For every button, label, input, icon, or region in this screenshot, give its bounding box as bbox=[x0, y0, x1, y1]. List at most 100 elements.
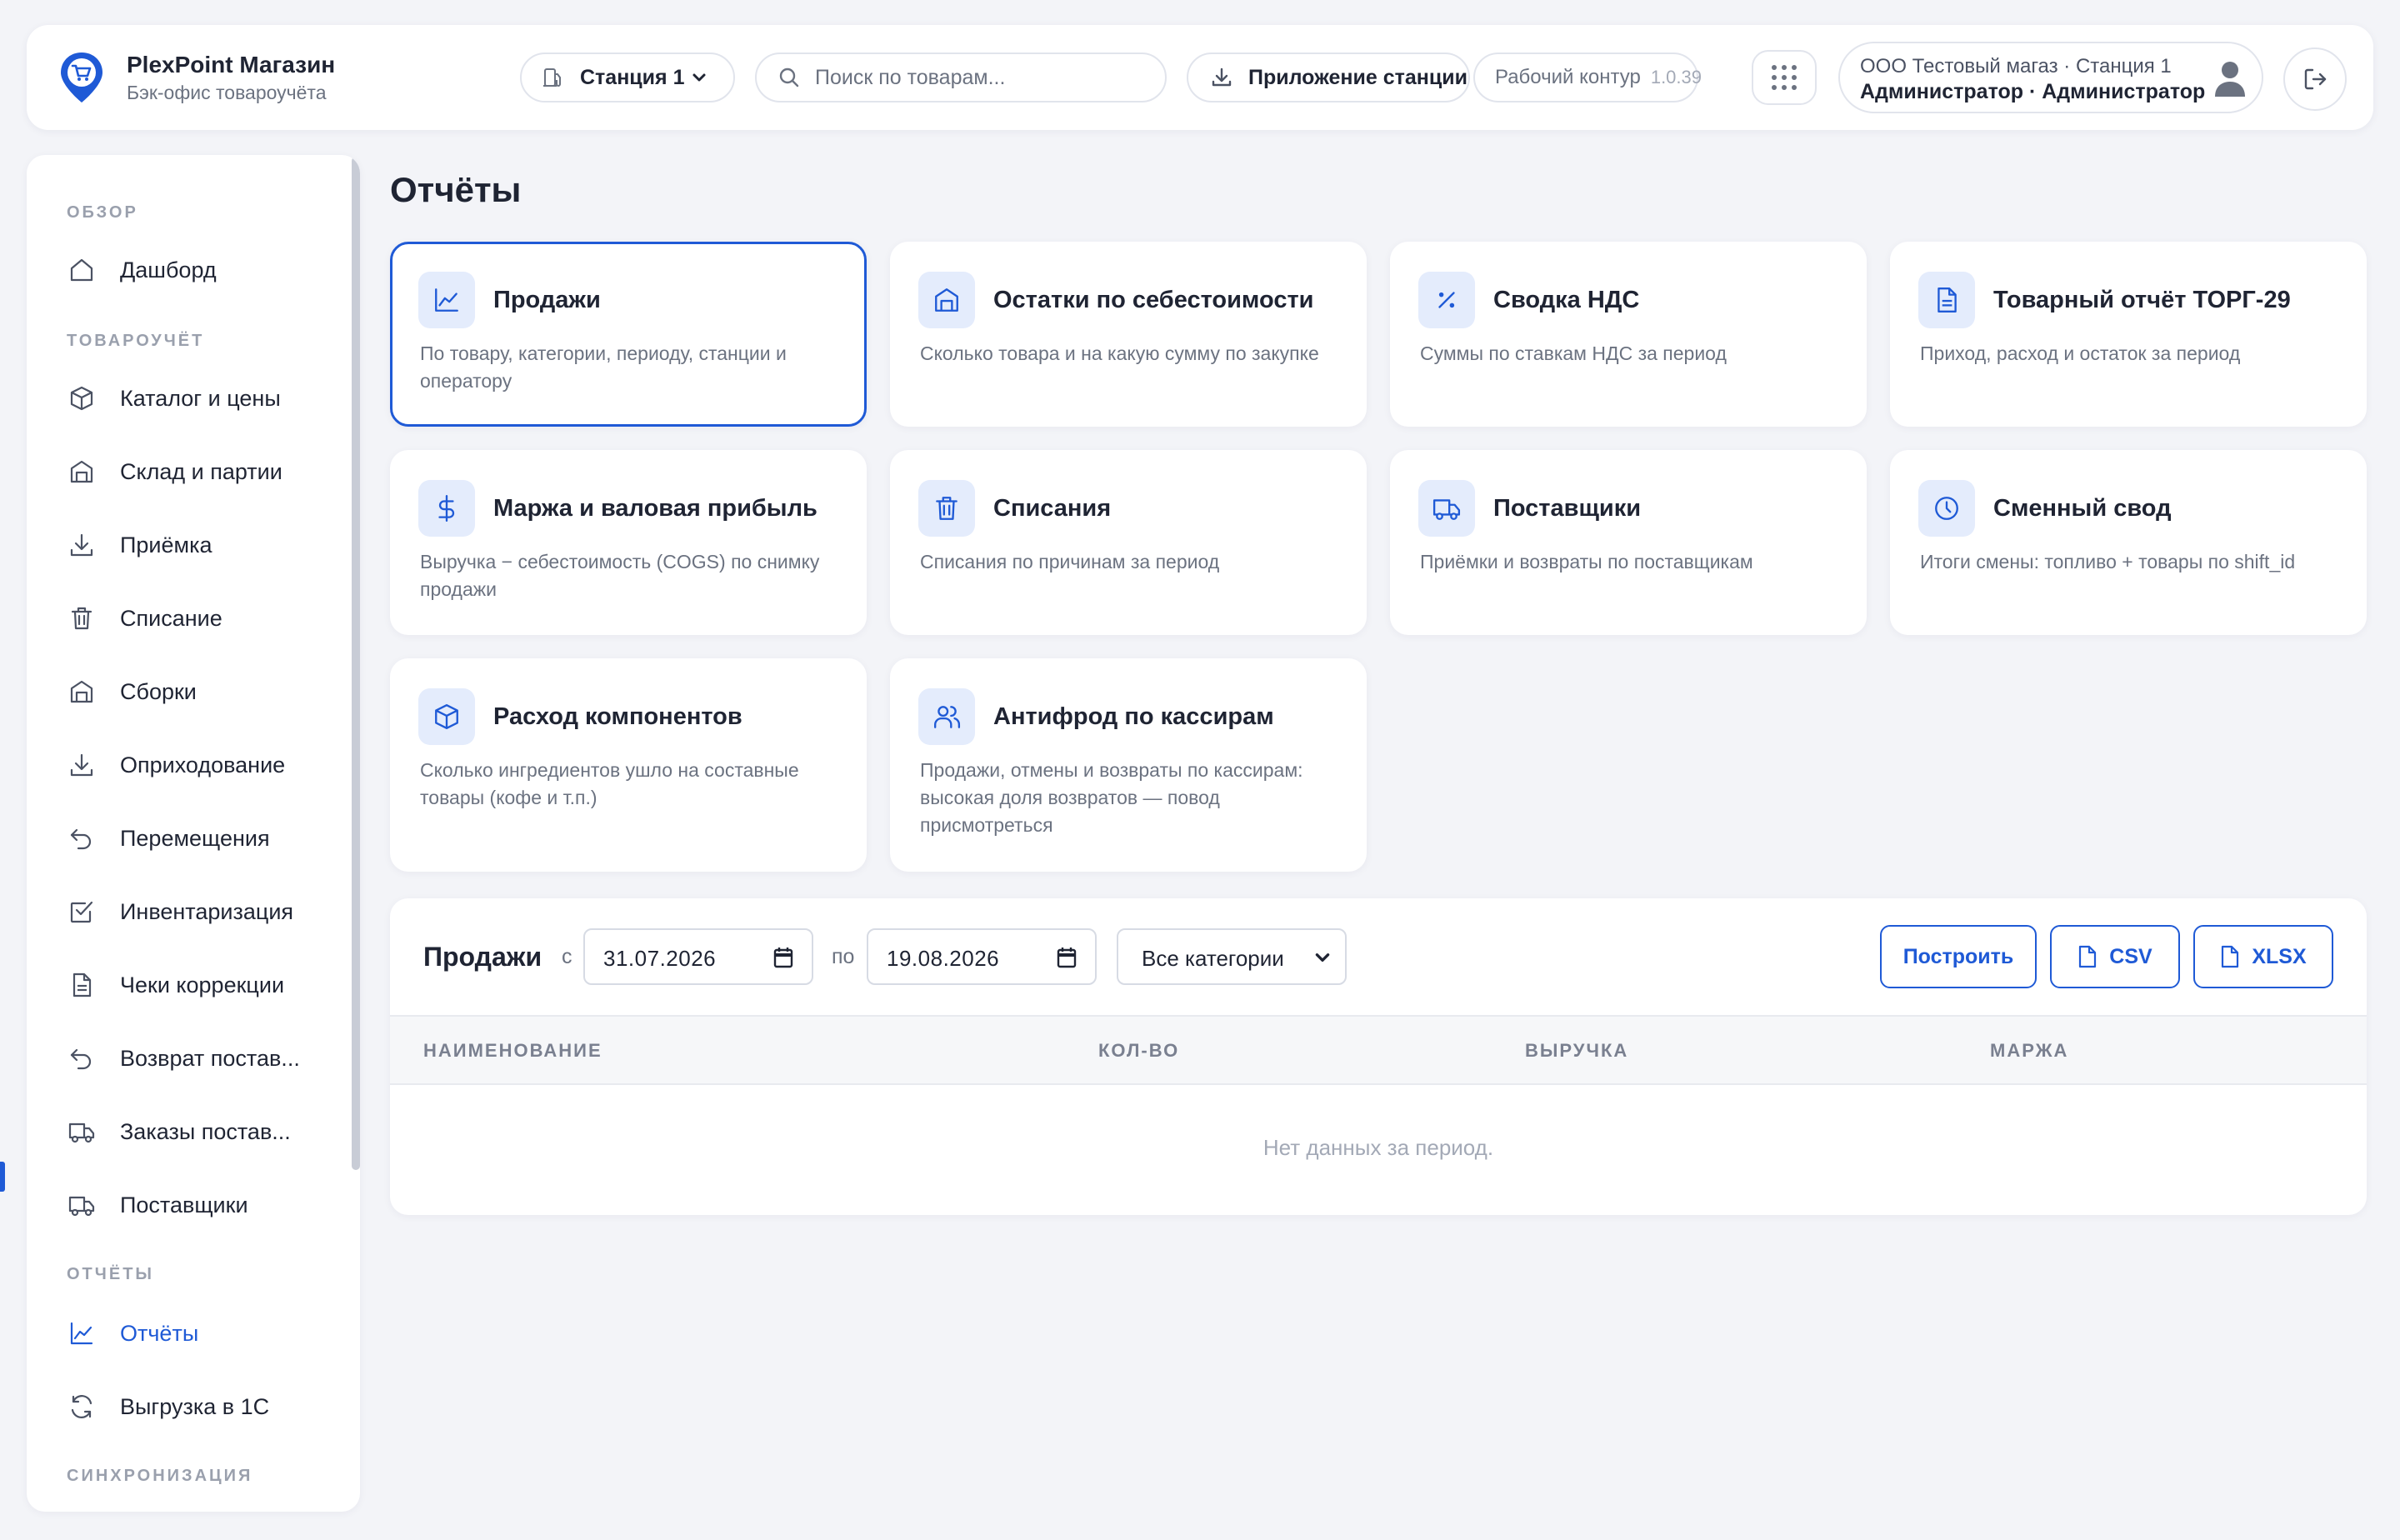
card-title: Товарный отчёт ТОРГ-29 bbox=[1993, 287, 2291, 313]
sidebar-item-export-1c[interactable]: Выгрузка в 1С bbox=[27, 1380, 352, 1433]
clock-icon bbox=[1918, 480, 1975, 537]
calendar-icon[interactable] bbox=[1057, 947, 1077, 968]
box-icon bbox=[418, 688, 475, 745]
export-csv-button[interactable]: CSV bbox=[2050, 925, 2180, 988]
sync-icon bbox=[68, 1393, 95, 1420]
sidebar-item-label: Дашборд bbox=[120, 258, 217, 282]
report-card-sales[interactable]: Продажи По товару, категории, периоду, с… bbox=[390, 242, 867, 427]
sidebar-item-label: Каталог и цены bbox=[120, 386, 281, 411]
sidebar-item-supplier-orders[interactable]: Заказы постав... bbox=[27, 1105, 352, 1158]
sidebar-item-label: Отчёты bbox=[120, 1321, 199, 1346]
sidebar-item-correction-receipts[interactable]: Чеки коррекции bbox=[27, 958, 352, 1012]
sidebar-item-suppliers[interactable]: Поставщики bbox=[27, 1178, 352, 1232]
build-button-label: Построить bbox=[1902, 944, 2014, 968]
box-icon bbox=[68, 385, 95, 412]
card-description: Приход, расход и остаток за период bbox=[1920, 342, 2241, 364]
file-icon bbox=[2078, 945, 2109, 968]
date-from-value: 31.07.2026 bbox=[603, 946, 717, 971]
report-card-suppliers[interactable]: Поставщики Приёмки и возвраты по поставщ… bbox=[1390, 450, 1867, 635]
brand-subtitle: Бэк-офис товароучёта bbox=[127, 82, 327, 103]
sidebar-item-inventory-count[interactable]: Инвентаризация bbox=[27, 885, 352, 938]
return-arrow-icon bbox=[68, 1045, 95, 1072]
cart-logo-icon bbox=[58, 50, 105, 105]
sidebar-item-label: Сборки bbox=[120, 679, 197, 704]
environment-label: Рабочий контур bbox=[1495, 66, 1641, 88]
sidebar-scrollbar[interactable] bbox=[352, 157, 360, 1170]
environment-badge: Рабочий контур 1.0.39 bbox=[1473, 52, 1702, 102]
date-from-input[interactable]: 31.07.2026 bbox=[583, 928, 813, 985]
sidebar-item-warehouse[interactable]: Склад и партии bbox=[27, 445, 352, 498]
apps-grid-button[interactable] bbox=[1752, 50, 1817, 105]
station-app-label: Приложение станции bbox=[1248, 65, 1468, 89]
card-description: Списания по причинам за период bbox=[920, 551, 1220, 572]
sidebar-item-label: Списание bbox=[120, 606, 222, 631]
station-app-button[interactable]: Приложение станции bbox=[1187, 52, 1470, 102]
sidebar-item-receiving[interactable]: Приёмка bbox=[27, 518, 352, 572]
report-panel: Продажи с 31.07.2026 по 19.08.2026 Все к… bbox=[390, 898, 2367, 1215]
user-organization: ООО Тестовый магаз · Станция 1 bbox=[1860, 55, 2172, 78]
brand-title: PlexPoint Магазин bbox=[127, 52, 336, 78]
logout-button[interactable] bbox=[2283, 48, 2347, 111]
sidebar-item-label: Выгрузка в 1С bbox=[120, 1394, 270, 1419]
chevron-down-icon bbox=[691, 69, 708, 86]
sidebar-item-transfers[interactable]: Перемещения bbox=[27, 812, 352, 865]
page-title: Отчёты bbox=[390, 170, 522, 209]
card-description: Сколько товара и на какую сумму по закуп… bbox=[920, 342, 1319, 364]
sidebar-item-writeoff[interactable]: Списание bbox=[27, 592, 352, 645]
card-description: Продажи, отмены и возвраты по кассирам: … bbox=[920, 759, 1303, 836]
category-select-value: Все категории bbox=[1142, 946, 1284, 971]
truck-icon bbox=[68, 1192, 95, 1218]
column-header-margin[interactable]: МАРЖА bbox=[1990, 1040, 2068, 1062]
date-from-label: с bbox=[562, 945, 572, 968]
csv-label: CSV bbox=[2109, 944, 2152, 968]
report-card-components[interactable]: Расход компонентов Сколько ингредиентов … bbox=[390, 658, 867, 872]
return-arrow-icon bbox=[68, 825, 95, 852]
empty-state-message: Нет данных за период. bbox=[1262, 1135, 1494, 1160]
card-description: Сколько ингредиентов ушло на составные т… bbox=[420, 759, 799, 808]
home-icon bbox=[68, 257, 95, 283]
user-menu[interactable]: ООО Тестовый магаз · Станция 1 Администр… bbox=[1838, 42, 2263, 113]
sidebar-item-label: Приёмка bbox=[120, 532, 212, 558]
report-card-shift-summary[interactable]: Сменный свод Итоги смены: топливо + това… bbox=[1890, 450, 2367, 635]
sidebar-item-label: Чеки коррекции bbox=[120, 972, 285, 998]
card-title: Поставщики bbox=[1493, 495, 1642, 522]
date-to-input[interactable]: 19.08.2026 bbox=[867, 928, 1097, 985]
column-header-name[interactable]: НАИМЕНОВАНИЕ bbox=[423, 1040, 602, 1062]
sidebar-item-label: Перемещения bbox=[120, 826, 270, 851]
report-card-writeoffs[interactable]: Списания Списания по причинам за период bbox=[890, 450, 1367, 635]
sidebar-item-catalog[interactable]: Каталог и цены bbox=[27, 372, 352, 425]
chevron-down-icon bbox=[1313, 948, 1332, 967]
sidebar-item-supplier-returns[interactable]: Возврат постав... bbox=[27, 1032, 352, 1085]
document-icon bbox=[1918, 272, 1975, 328]
sidebar-item-posting[interactable]: Оприходование bbox=[27, 738, 352, 792]
column-header-revenue[interactable]: ВЫРУЧКА bbox=[1525, 1040, 1628, 1062]
version-label: 1.0.39 bbox=[1650, 67, 1702, 88]
date-to-value: 19.08.2026 bbox=[887, 946, 1000, 971]
card-title: Продажи bbox=[493, 287, 601, 313]
sidebar-item-dashboard[interactable]: Дашборд bbox=[27, 243, 352, 297]
calendar-icon[interactable] bbox=[773, 947, 793, 968]
export-xlsx-button[interactable]: XLSX bbox=[2193, 925, 2333, 988]
search-box[interactable] bbox=[755, 52, 1167, 102]
card-title: Сменный свод bbox=[1993, 495, 2172, 522]
download-icon bbox=[68, 752, 95, 778]
build-button[interactable]: Построить bbox=[1880, 925, 2037, 988]
percent-icon bbox=[1418, 272, 1475, 328]
card-description: Приёмки и возвраты по поставщикам bbox=[1420, 551, 1753, 572]
report-card-antifraud[interactable]: Антифрод по кассирам Продажи, отмены и в… bbox=[890, 658, 1367, 872]
station-selector[interactable]: Станция 1 bbox=[520, 52, 735, 102]
dollar-icon bbox=[418, 480, 475, 537]
search-icon bbox=[778, 67, 800, 88]
search-input[interactable] bbox=[815, 65, 1148, 90]
sidebar-item-reports[interactable]: Отчёты bbox=[27, 1307, 352, 1360]
report-card-margin[interactable]: Маржа и валовая прибыль Выручка − себест… bbox=[390, 450, 867, 635]
report-card-torg29[interactable]: Товарный отчёт ТОРГ-29 Приход, расход и … bbox=[1890, 242, 2367, 427]
file-icon bbox=[2220, 945, 2252, 968]
report-card-stock-cost[interactable]: Остатки по себестоимости Сколько товара … bbox=[890, 242, 1367, 427]
sidebar-item-assemblies[interactable]: Сборки bbox=[27, 665, 352, 718]
column-header-quantity[interactable]: КОЛ-ВО bbox=[1098, 1040, 1179, 1062]
report-card-vat-summary[interactable]: Сводка НДС Суммы по ставкам НДС за перио… bbox=[1390, 242, 1867, 427]
category-select[interactable]: Все категории bbox=[1117, 928, 1347, 985]
card-title: Антифрод по кассирам bbox=[993, 703, 1274, 730]
card-title: Маржа и валовая прибыль bbox=[493, 495, 818, 522]
